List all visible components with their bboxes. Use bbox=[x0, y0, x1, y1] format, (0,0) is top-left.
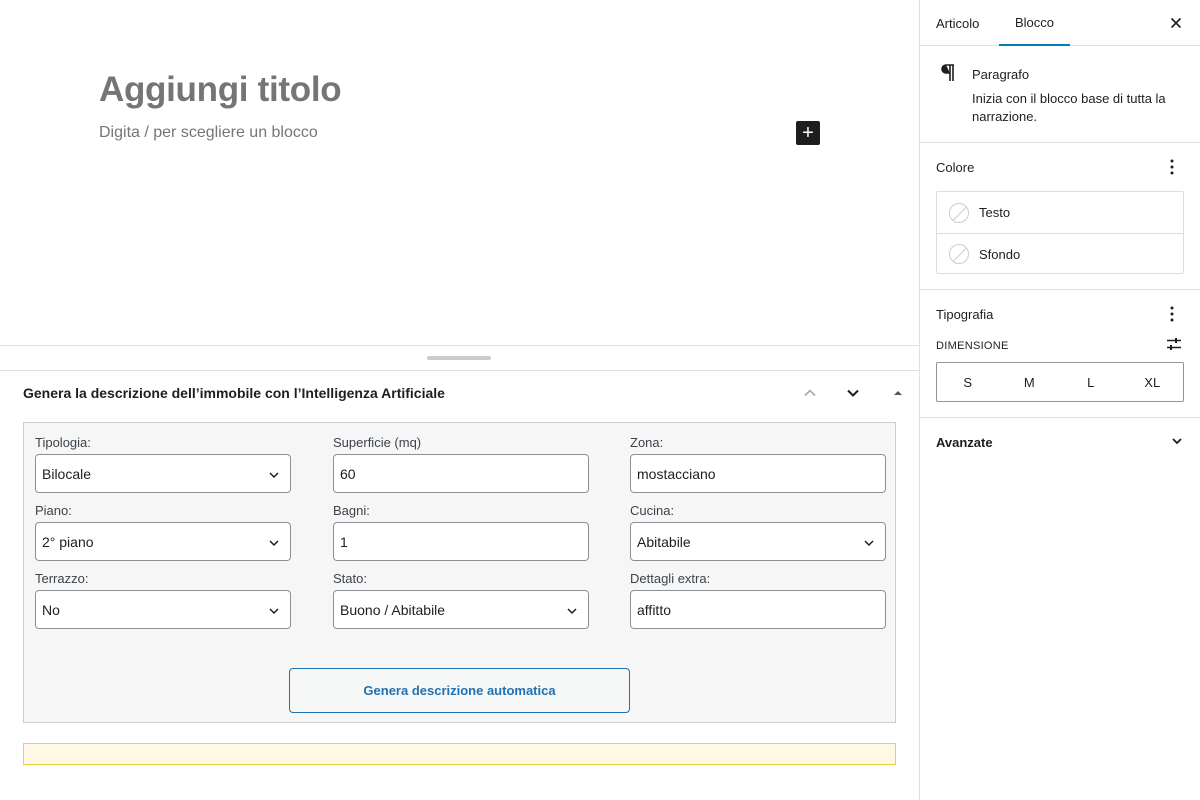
zona-value: mostacciano bbox=[637, 465, 716, 482]
toggle-panel-button[interactable] bbox=[885, 380, 911, 406]
color-options-button[interactable] bbox=[1162, 157, 1182, 177]
editor-canvas: Aggiungi titolo Digita / per scegliere u… bbox=[0, 0, 919, 800]
superficie-label: Superficie (mq) bbox=[333, 435, 422, 450]
field-superficie: Superficie (mq) 60 bbox=[333, 435, 589, 493]
field-bagni: Bagni: 1 bbox=[333, 503, 589, 561]
terrazzo-label: Terrazzo: bbox=[35, 571, 89, 586]
field-cucina: Cucina: Abitabile bbox=[630, 503, 886, 561]
empty-swatch-icon bbox=[949, 244, 969, 264]
advanced-toggle-button[interactable] bbox=[1170, 434, 1184, 453]
field-zona: Zona: mostacciano bbox=[630, 435, 886, 493]
settings-sliders-icon bbox=[1167, 338, 1181, 350]
dettagli-label: Dettagli extra: bbox=[630, 571, 711, 586]
color-text-label: Testo bbox=[979, 205, 1011, 220]
zona-input[interactable]: mostacciano bbox=[630, 454, 886, 493]
chevron-down-icon bbox=[269, 540, 279, 547]
tipologia-select[interactable]: Bilocale bbox=[35, 454, 291, 493]
metabox-divider bbox=[0, 345, 919, 346]
ai-generator-form: Tipologia: Bilocale Superficie (mq) 60 Z… bbox=[23, 422, 896, 723]
paragraph-icon bbox=[940, 64, 956, 87]
size-xl-option[interactable]: XL bbox=[1122, 363, 1184, 401]
field-terrazzo: Terrazzo: No bbox=[35, 571, 291, 629]
metabox-divider bbox=[0, 370, 919, 371]
block-description: Inizia con il blocco base di tutta la na… bbox=[972, 91, 1166, 124]
color-background-label: Sfondo bbox=[979, 246, 1021, 262]
block-name: Paragrafo bbox=[972, 67, 1030, 82]
zona-label: Zona: bbox=[630, 435, 664, 450]
dettagli-value: affitto bbox=[637, 601, 671, 618]
typography-options-button[interactable] bbox=[1162, 304, 1182, 324]
stato-label: Stato: bbox=[333, 571, 367, 586]
chevron-down-icon bbox=[269, 472, 279, 479]
cucina-label: Cucina: bbox=[630, 503, 675, 518]
stato-value: Buono / Abitabile bbox=[340, 601, 446, 618]
piano-select[interactable]: 2° piano bbox=[35, 522, 291, 561]
bagni-value: 1 bbox=[340, 533, 348, 550]
cucina-select[interactable]: Abitabile bbox=[630, 522, 886, 561]
field-piano: Piano: 2° piano bbox=[35, 503, 291, 561]
triangle-up-icon bbox=[894, 391, 902, 395]
empty-swatch-icon bbox=[949, 202, 969, 223]
move-down-button[interactable] bbox=[840, 380, 866, 406]
dettagli-input[interactable]: affitto bbox=[630, 590, 886, 629]
sidebar-tabs: Articolo Blocco bbox=[920, 0, 1200, 46]
more-vertical-icon bbox=[1170, 306, 1174, 322]
field-dettagli: Dettagli extra: affitto bbox=[630, 571, 886, 629]
color-background-item[interactable]: Sfondo bbox=[937, 233, 1183, 274]
post-title-input[interactable]: Aggiungi titolo bbox=[99, 70, 342, 110]
panel-separator bbox=[920, 142, 1200, 143]
more-vertical-icon bbox=[1170, 159, 1174, 175]
superficie-input[interactable]: 60 bbox=[333, 454, 589, 493]
chevron-down-icon bbox=[567, 608, 577, 615]
result-notice bbox=[23, 743, 896, 765]
size-label: DIMENSIONE bbox=[936, 340, 1009, 352]
field-stato: Stato: Buono / Abitabile bbox=[333, 571, 589, 629]
panel-separator bbox=[920, 417, 1200, 418]
settings-sidebar: Articolo Blocco Paragrafo Inizia con il … bbox=[919, 0, 1200, 800]
metabox-resize-handle[interactable] bbox=[427, 356, 491, 360]
chevron-down-icon bbox=[1172, 438, 1182, 445]
paragraph-placeholder[interactable]: Digita / per scegliere un blocco bbox=[99, 124, 318, 142]
advanced-panel-title[interactable]: Avanzate bbox=[936, 435, 993, 450]
size-m-option[interactable]: M bbox=[999, 363, 1061, 401]
close-icon bbox=[1170, 17, 1182, 29]
stato-select[interactable]: Buono / Abitabile bbox=[333, 590, 589, 629]
tab-blocco[interactable]: Blocco bbox=[999, 0, 1071, 46]
color-list: Testo Sfondo bbox=[936, 191, 1184, 274]
bagni-input[interactable]: 1 bbox=[333, 522, 589, 561]
chevron-down-icon bbox=[847, 389, 859, 397]
chevron-down-icon bbox=[269, 608, 279, 615]
tipologia-label: Tipologia: bbox=[35, 435, 91, 450]
terrazzo-value: No bbox=[42, 601, 60, 618]
piano-value: 2° piano bbox=[42, 533, 94, 550]
size-s-option[interactable]: S bbox=[937, 363, 999, 401]
close-sidebar-button[interactable] bbox=[1166, 13, 1186, 33]
plus-icon: + bbox=[802, 122, 814, 144]
custom-size-button[interactable] bbox=[1166, 336, 1182, 357]
terrazzo-select[interactable]: No bbox=[35, 590, 291, 629]
color-panel-title: Colore bbox=[936, 160, 975, 175]
move-up-button[interactable] bbox=[797, 380, 823, 406]
chevron-up-icon bbox=[804, 389, 816, 397]
piano-label: Piano: bbox=[35, 503, 72, 518]
tipologia-value: Bilocale bbox=[42, 465, 92, 482]
field-tipologia: Tipologia: Bilocale bbox=[35, 435, 291, 493]
size-l-option[interactable]: L bbox=[1060, 363, 1122, 401]
metabox-title: Genera la descrizione dell’immobile con … bbox=[23, 385, 445, 401]
block-inserter-button[interactable]: + bbox=[796, 121, 820, 145]
generate-description-button[interactable]: Genera descrizione automatica bbox=[289, 668, 630, 713]
typography-panel-title: Tipografia bbox=[936, 307, 994, 322]
color-text-item[interactable]: Testo bbox=[937, 192, 1183, 233]
cucina-value: Abitabile bbox=[637, 533, 691, 550]
bagni-label: Bagni: bbox=[333, 503, 370, 518]
tab-articolo[interactable]: Articolo bbox=[920, 0, 995, 46]
font-size-toggle-group: S M L XL bbox=[936, 362, 1184, 402]
superficie-value: 60 bbox=[340, 465, 356, 482]
chevron-down-icon bbox=[864, 540, 874, 547]
panel-separator bbox=[920, 289, 1200, 290]
